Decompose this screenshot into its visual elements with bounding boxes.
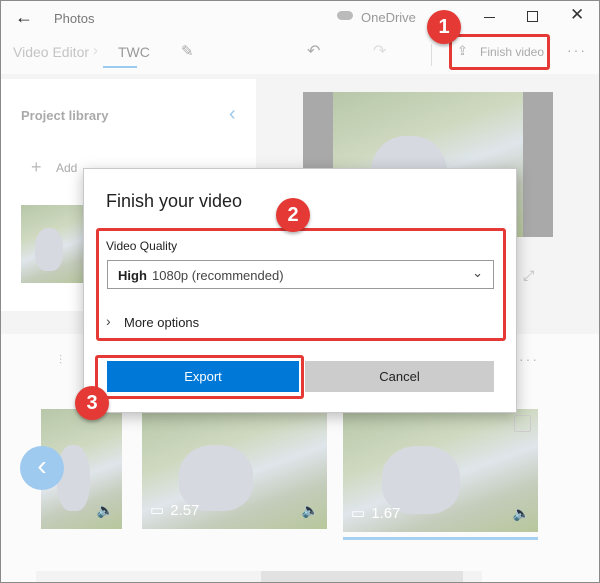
annotation-badge-1: 1 bbox=[427, 10, 461, 44]
redo-icon[interactable]: ↷ bbox=[373, 41, 386, 61]
selected-clip-indicator bbox=[343, 537, 538, 540]
close-button[interactable]: ✕ bbox=[570, 5, 584, 25]
onedrive-label[interactable]: OneDrive bbox=[361, 10, 416, 25]
audio-icon[interactable]: 🔈 bbox=[97, 502, 114, 519]
rename-pencil-icon[interactable]: ✎ bbox=[181, 42, 194, 60]
clip-select-checkbox[interactable] bbox=[514, 415, 531, 432]
more-icon[interactable]: ··· bbox=[567, 42, 587, 58]
toolbar-divider bbox=[431, 44, 432, 66]
library-clip-thumbnail[interactable] bbox=[21, 205, 91, 283]
storyboard-more-icon[interactable]: ··· bbox=[519, 351, 539, 367]
cancel-button[interactable]: Cancel bbox=[305, 361, 494, 392]
film-icon: ▭ bbox=[351, 505, 366, 522]
active-underline bbox=[103, 66, 137, 68]
audio-icon[interactable]: 🔈 bbox=[513, 505, 530, 522]
annotation-box-2 bbox=[96, 228, 506, 341]
back-icon[interactable]: ← bbox=[15, 7, 33, 28]
clip-duration: 2.57 bbox=[170, 501, 200, 519]
minimize-button[interactable] bbox=[484, 17, 495, 18]
title-bar: ← Photos OneDrive ✕ bbox=[1, 1, 599, 36]
annotation-badge-2: 2 bbox=[276, 198, 310, 232]
breadcrumb-video-editor[interactable]: Video Editor bbox=[13, 44, 89, 60]
maximize-button[interactable] bbox=[527, 11, 538, 22]
annotation-box-1 bbox=[449, 34, 550, 70]
horizontal-scrollbar[interactable] bbox=[36, 571, 482, 582]
project-library-title: Project library bbox=[21, 108, 109, 123]
timeline-tool-icon[interactable]: ⫶ bbox=[59, 353, 62, 368]
clip-thumbnail-3[interactable]: ▭ 1.67 🔈 bbox=[343, 409, 538, 532]
breadcrumb-project[interactable]: TWC bbox=[118, 44, 150, 60]
annotation-box-3 bbox=[95, 355, 304, 399]
undo-icon[interactable]: ↶ bbox=[307, 41, 320, 61]
annotation-badge-3: 3 bbox=[75, 386, 109, 420]
add-label[interactable]: Add bbox=[56, 161, 77, 175]
expand-icon[interactable]: ⤢ bbox=[523, 267, 534, 284]
scroll-left-button[interactable]: ‹ bbox=[20, 446, 64, 490]
dialog-title: Finish your video bbox=[106, 191, 243, 211]
clip-thumbnail-2[interactable]: ▭ 2.57 🔈 bbox=[142, 409, 327, 529]
cloud-icon bbox=[337, 11, 353, 20]
collapse-chevron-icon[interactable]: ‹ bbox=[229, 103, 236, 126]
app-title: Photos bbox=[54, 11, 95, 26]
add-icon[interactable]: + bbox=[31, 157, 42, 178]
breadcrumb-chevron-icon: › bbox=[93, 42, 98, 59]
clip-duration: 1.67 bbox=[371, 504, 401, 522]
audio-icon[interactable]: 🔈 bbox=[302, 502, 319, 519]
film-icon: ▭ bbox=[150, 502, 165, 519]
scrollbar-thumb[interactable] bbox=[261, 571, 463, 582]
